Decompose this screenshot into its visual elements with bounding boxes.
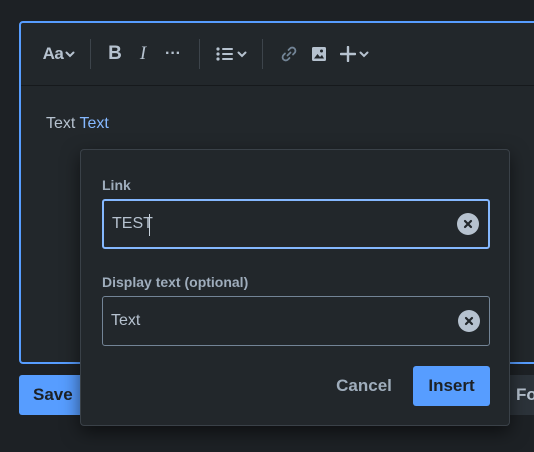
editor-toolbar: Aa B I ··· — [21, 23, 534, 86]
clear-link-button[interactable] — [457, 213, 479, 235]
text-caret — [149, 214, 150, 236]
cancel-button-label: Cancel — [336, 376, 392, 395]
link-button[interactable] — [274, 39, 304, 69]
chevron-down-icon — [359, 51, 368, 58]
editor-link-text[interactable]: Text — [80, 115, 109, 132]
chevron-down-icon — [65, 51, 75, 58]
chevron-down-icon — [237, 51, 246, 58]
editor-text: Text — [46, 115, 76, 132]
display-text-field[interactable] — [102, 296, 490, 346]
save-button[interactable]: Save — [19, 375, 85, 415]
toolbar-divider — [90, 39, 91, 69]
link-field[interactable] — [102, 199, 490, 249]
insert-more-button[interactable] — [334, 39, 374, 69]
link-label: Link — [102, 177, 131, 193]
cancel-button[interactable]: Cancel — [329, 366, 399, 406]
insert-button[interactable]: Insert — [413, 366, 490, 406]
link-input[interactable] — [112, 201, 442, 247]
format-button-label: Fo — [516, 385, 534, 404]
italic-button[interactable]: I — [128, 39, 158, 69]
more-formatting-label: ··· — [165, 45, 181, 62]
clear-display-text-button[interactable] — [458, 310, 480, 332]
italic-label: I — [139, 43, 147, 64]
text-style-label: Aa — [42, 44, 64, 63]
save-button-label: Save — [33, 385, 73, 404]
plus-icon — [339, 46, 356, 62]
bold-label: B — [108, 43, 122, 64]
clear-icon — [464, 316, 474, 326]
display-text-label: Display text (optional) — [102, 274, 249, 290]
clear-icon — [463, 219, 473, 229]
editor-content[interactable]: Text Text — [46, 115, 109, 133]
bold-button[interactable]: B — [102, 39, 128, 69]
toolbar-divider — [262, 39, 263, 69]
list-button[interactable] — [211, 39, 251, 69]
text-style-button[interactable]: Aa — [39, 39, 79, 69]
bullet-list-icon — [215, 47, 233, 61]
link-icon — [281, 46, 297, 62]
display-text-input[interactable] — [111, 297, 441, 345]
link-dialog: Link Display text (optional) Cancel Inse… — [80, 149, 510, 426]
image-button[interactable] — [304, 39, 334, 69]
toolbar-divider — [199, 39, 200, 69]
insert-button-label: Insert — [428, 376, 475, 395]
more-formatting-button[interactable]: ··· — [158, 39, 188, 69]
image-icon — [312, 47, 326, 61]
